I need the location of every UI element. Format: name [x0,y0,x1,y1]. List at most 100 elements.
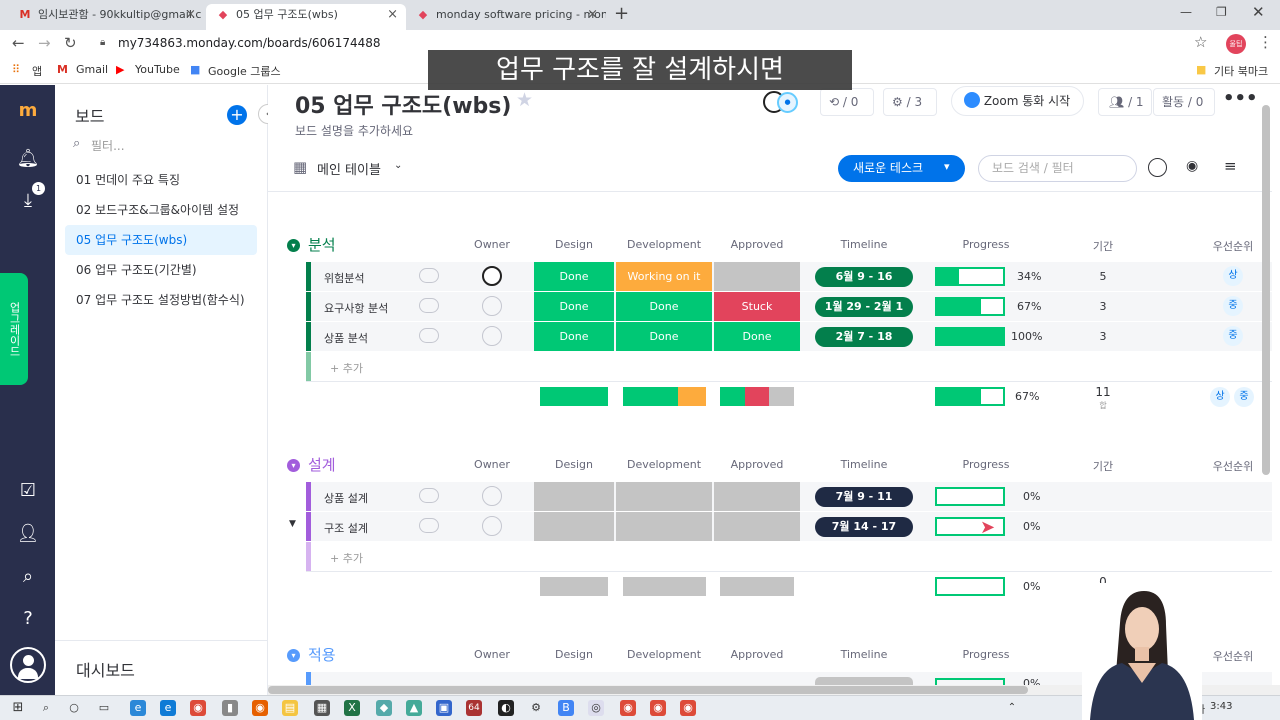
owner-avatar[interactable] [482,486,502,506]
sidebar-item-board-05[interactable]: 05 업무 구조도(wbs) [65,225,257,255]
status-development[interactable]: Working on it [616,262,712,291]
sidebar-item-board-01[interactable]: 01 먼데이 주요 특징 [65,165,257,195]
cortana-icon[interactable]: ○ [66,700,82,716]
favorite-star-icon[interactable]: ★ [516,89,533,111]
eye-icon[interactable]: ◉ [1186,158,1198,174]
column-header-progress[interactable]: Progress [936,648,1036,661]
column-header-timeline[interactable]: Timeline [814,648,914,661]
timeline-pill[interactable]: 1월 29 - 2월 1 [815,297,913,317]
group-title[interactable]: 분석 [308,234,336,255]
priority-tag[interactable]: 중 [1223,296,1243,316]
column-header-development[interactable]: Development [616,458,712,471]
row-expand-icon[interactable]: ▼ [289,519,296,529]
status-development[interactable] [616,482,712,511]
column-header-period[interactable]: 기간 [1088,458,1118,474]
status-design[interactable]: Done [534,262,614,291]
group-collapse-icon[interactable]: ▾ [287,649,300,662]
status-approved[interactable] [714,482,800,511]
profile-avatar[interactable]: 울팁 [1226,34,1246,54]
column-header-progress[interactable]: Progress [936,458,1036,471]
url-field[interactable]: my734863.monday.com/boards/606174488 [118,36,381,50]
period-value[interactable]: 5 [1088,270,1118,283]
tab-board[interactable]: ◆ 05 업무 구조도(wbs) × [206,4,406,30]
period-value[interactable]: 3 [1088,330,1118,343]
column-header-priority[interactable]: 우선순위 [1203,238,1263,254]
bookmark-gmail[interactable]: Gmail [76,63,108,76]
bell-icon[interactable]: 🔔︎ [14,145,42,173]
chat-icon[interactable] [419,328,439,343]
group-title[interactable]: 설계 [308,454,336,475]
help-icon[interactable]: ? [14,605,42,633]
automations-button[interactable]: ⚙ / 3 [883,88,937,116]
edge-icon[interactable]: e [130,700,146,716]
bookmark-other[interactable]: 기타 북마크 [1214,63,1268,79]
more-icon[interactable]: ••• [1223,88,1258,109]
board-owners-avatars[interactable]: ● [763,91,799,113]
column-header-priority[interactable]: 우선순위 [1203,648,1263,664]
column-header-priority[interactable]: 우선순위 [1203,458,1263,474]
upgrade-button[interactable]: 업그레이드 [0,273,28,385]
chrome-icon[interactable]: ◉ [680,700,696,716]
scrollbar-thumb[interactable] [268,686,1028,694]
close-icon[interactable]: × [587,4,598,26]
board-title[interactable]: 05 업무 구조도(wbs) [295,88,511,120]
owner-avatar[interactable] [482,516,502,536]
owner-avatar[interactable] [482,326,502,346]
column-header-design[interactable]: Design [534,648,614,661]
chevron-down-icon[interactable]: ▾ [944,160,950,173]
maximize-button[interactable]: ❐ [1216,5,1227,19]
members-button[interactable]: 👥︎ / 1 [1098,88,1152,116]
filter-input[interactable]: 필터... [91,137,125,154]
bookmark-youtube[interactable]: YouTube [135,63,180,76]
calculator-icon[interactable]: ▦ [314,700,330,716]
clock[interactable]: 3:43 [1210,701,1232,712]
status-approved[interactable]: Done [714,322,800,351]
dashboards-label[interactable]: 대시보드 [76,657,135,681]
task-view-icon[interactable]: ▭ [96,700,112,716]
board-description[interactable]: 보드 설명을 추가하세요 [295,122,413,139]
tab-gmail[interactable]: M 임시보관함 - 90kkultip@gmail.c × [8,4,204,30]
bookmark-google-groups[interactable]: Google 그룹스 [208,63,281,79]
minimize-button[interactable]: — [1180,5,1192,19]
chrome-icon[interactable]: ◉ [620,700,636,716]
column-header-owner[interactable]: Owner [462,458,522,471]
search-icon[interactable]: ⌕ [38,700,54,716]
column-header-timeline[interactable]: Timeline [814,238,914,251]
status-design[interactable]: Done [534,292,614,321]
chat-icon[interactable] [419,518,439,533]
chrome-icon[interactable]: ◉ [190,700,206,716]
usb-icon[interactable]: ▮ [222,700,238,716]
sidebar-item-board-02[interactable]: 02 보드구조&그룹&아이템 설정 [65,195,257,225]
group-collapse-icon[interactable]: ▾ [287,459,300,472]
timeline-pill[interactable]: 7월 9 - 11 [815,487,913,507]
file-explorer-icon[interactable]: ▤ [282,700,298,716]
group-title[interactable]: 적용 [308,644,336,665]
column-header-timeline[interactable]: Timeline [814,458,914,471]
search-icon[interactable]: ⌕ [14,563,42,591]
star-icon[interactable]: ☆ [1194,33,1207,51]
column-header-design[interactable]: Design [534,458,614,471]
windows-start-icon[interactable]: ⊞ [10,700,26,716]
period-value[interactable]: 3 [1088,300,1118,313]
sidebar-item-board-07[interactable]: 07 업무 구조도 설정방법(함수식) [65,285,257,315]
group-collapse-icon[interactable]: ▾ [287,239,300,252]
firefox-icon[interactable]: ◉ [252,700,268,716]
chevron-down-icon[interactable]: ⌄ [394,160,402,171]
column-header-approved[interactable]: Approved [714,458,800,471]
item-name[interactable]: 위험분석 [324,270,364,286]
new-tab-button[interactable]: + [614,3,629,24]
column-header-period[interactable]: 기간 [1088,238,1118,254]
bookmark-apps[interactable]: 앱 [32,63,42,79]
chat-icon[interactable] [419,298,439,313]
add-item-input[interactable]: + 추가 [330,360,363,376]
back-icon[interactable]: ← [12,34,25,52]
activity-button[interactable]: 활동 / 0 [1153,88,1215,116]
excel-icon[interactable]: X [344,700,360,716]
app-64-icon[interactable]: 64 [466,700,482,716]
status-approved[interactable] [714,512,800,541]
status-design[interactable] [534,482,614,511]
filter-icon[interactable]: ≡ [1224,157,1237,175]
app-icon[interactable]: ▣ [436,700,452,716]
app-icon[interactable]: B [558,700,574,716]
column-header-development[interactable]: Development [616,238,712,251]
